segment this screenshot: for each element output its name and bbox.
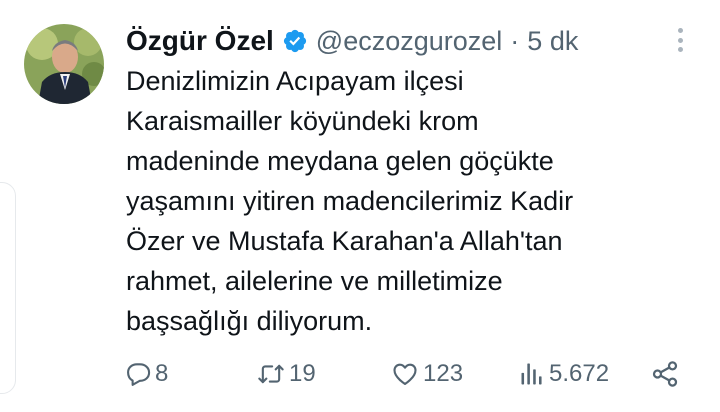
tweet-actions: 8 19 123 5.672 [122, 356, 692, 392]
tweet-text-line: Özer ve Mustafa Karahan'a Allah'tan [126, 226, 563, 256]
retweet-button[interactable]: 19 [256, 356, 316, 392]
heart-icon [393, 363, 417, 385]
avatar[interactable] [24, 24, 104, 104]
tweet-text-line: madeninde meydana gelen göçükte [126, 146, 554, 176]
reply-count: 8 [155, 360, 169, 387]
verified-badge-icon [282, 28, 308, 54]
tweet-text-line: yaşamını yitiren madencilerimiz Kadir [126, 186, 574, 216]
author-name[interactable]: Özgür Özel [126, 25, 274, 57]
tweet-text-line: başsağlığı diliyorum. [126, 306, 373, 336]
share-button[interactable] [650, 356, 680, 392]
more-options-icon[interactable] [672, 26, 688, 54]
like-count: 123 [423, 360, 464, 387]
retweet-count: 19 [289, 360, 316, 387]
views-icon [521, 363, 542, 385]
reply-button[interactable]: 8 [124, 356, 168, 392]
tweet-header: Özgür Özel @eczozgurozel · 5 dk [126, 22, 578, 60]
tweet-timestamp[interactable]: 5 dk [527, 26, 578, 57]
adjacent-card-edge [0, 182, 16, 394]
views-button[interactable]: 5.672 [518, 356, 609, 392]
reply-icon [127, 363, 151, 386]
retweet-icon [258, 364, 284, 384]
tweet-text-line: Denizlimizin Acıpayam ilçesi [126, 66, 464, 96]
separator-dot: · [510, 25, 520, 56]
tweet-text-line: Karaismailler köyündeki krom [126, 106, 479, 136]
like-button[interactable]: 123 [390, 356, 463, 392]
tweet-text: Denizlimizin Acıpayam ilçesi Karaismaill… [126, 61, 686, 341]
author-handle[interactable]: @eczozgurozel [316, 26, 503, 57]
share-icon [652, 361, 678, 387]
tweet-text-line: rahmet, ailelerine ve milletimize [126, 266, 503, 296]
avatar-photo [24, 24, 104, 104]
views-count: 5.672 [549, 360, 610, 387]
